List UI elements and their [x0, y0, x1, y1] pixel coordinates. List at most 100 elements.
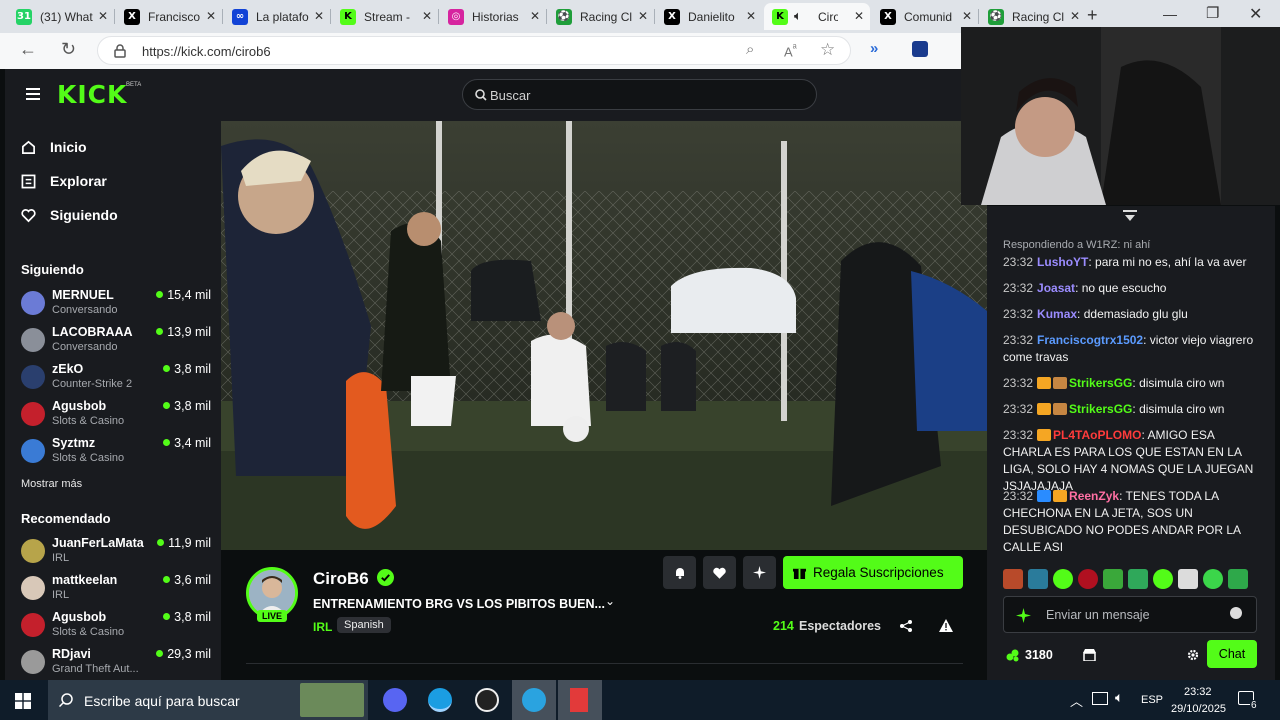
tab-audio-icon[interactable]: 🔈︎	[794, 8, 802, 24]
chat-message[interactable]: 23:32 PL4TAoPLOMO: AMIGO ESA CHARLA ES PA…	[1003, 427, 1257, 495]
close-tab-icon[interactable]: ✕	[962, 9, 972, 23]
channel-item[interactable]: RDjavi Grand Theft Aut... 29,3 mil	[21, 647, 211, 681]
refresh-button[interactable]: ↻	[61, 39, 76, 60]
browser-tab[interactable]: X Comunid ✕	[872, 3, 978, 30]
windows-start-icon[interactable]	[15, 693, 31, 709]
emote-icon[interactable]	[1153, 569, 1173, 589]
close-tab-icon[interactable]: ✕	[422, 9, 432, 23]
chat-scroll-arrow-icon[interactable]	[1123, 210, 1137, 222]
close-tab-icon[interactable]: ✕	[206, 9, 216, 23]
channel-item[interactable]: LACOBRAAA Conversando 13,9 mil	[21, 325, 211, 359]
video-player[interactable]	[221, 121, 987, 550]
tray-time[interactable]: 23:32	[1184, 686, 1212, 698]
maximize-button[interactable]: ❐	[1206, 4, 1219, 22]
close-tab-icon[interactable]: ✕	[746, 9, 756, 23]
browser-tab[interactable]: X Francisco ✕	[116, 3, 222, 30]
close-tab-icon[interactable]: ✕	[638, 9, 648, 23]
notification-bell-button[interactable]	[663, 556, 696, 589]
chat-username[interactable]: Franciscogtrx1502	[1037, 333, 1143, 347]
chat-username[interactable]: LushoYT	[1037, 255, 1088, 269]
emote-icon[interactable]	[1103, 569, 1123, 589]
browser-tab[interactable]: ∞ La platafo ✕	[224, 3, 330, 30]
tray-date[interactable]: 29/10/2025	[1171, 703, 1226, 715]
close-tab-icon[interactable]: ✕	[98, 9, 108, 23]
send-chat-button[interactable]: Chat	[1207, 640, 1257, 668]
taskbar-app-edge-icon[interactable]	[428, 688, 452, 712]
settings-gear-icon[interactable]	[1187, 649, 1199, 661]
chat-message[interactable]: 23:32 ReenZyk: TENES TODA LA CHECHONA EN …	[1003, 488, 1257, 556]
channel-points[interactable]: 3180	[1025, 648, 1053, 662]
chat-username[interactable]: StrikersGG	[1069, 376, 1132, 390]
emoji-picker-icon[interactable]	[1230, 607, 1242, 619]
channel-item[interactable]: mattkeelan IRL 3,6 mil	[21, 573, 211, 607]
channel-item[interactable]: JuanFerLaMata IRL 11,9 mil	[21, 536, 211, 570]
emote-icon[interactable]	[1028, 569, 1048, 589]
expand-title-icon[interactable]: ⌄	[605, 594, 615, 608]
search-bar[interactable]: Buscar	[462, 79, 817, 110]
channel-item[interactable]: Agusbob Slots & Casino 3,8 mil	[21, 399, 211, 433]
follow-button[interactable]	[703, 556, 736, 589]
close-tab-icon[interactable]: ✕	[314, 9, 324, 23]
extension-app-icon[interactable]	[912, 41, 928, 57]
emote-icon[interactable]	[1178, 569, 1198, 589]
extension-copilot-icon[interactable]: »	[870, 40, 878, 57]
emote-icon[interactable]	[1003, 569, 1023, 589]
channel-item[interactable]: zEkO Counter-Strike 2 3,8 mil	[21, 362, 211, 396]
kick-logo[interactable]: KICK	[57, 80, 127, 109]
chat-message[interactable]: 23:32 StrikersGG: disimula ciro wn	[1003, 375, 1257, 392]
browser-tab[interactable]: ⚽ Racing Cl ✕	[980, 3, 1086, 30]
tray-language[interactable]: ESP	[1141, 694, 1163, 706]
emote-icon[interactable]	[1203, 569, 1223, 589]
tray-volume-icon[interactable]: 🔈︎	[1115, 689, 1123, 706]
emote-icon[interactable]	[1228, 569, 1248, 589]
minimize-button[interactable]: —	[1163, 6, 1177, 22]
store-icon[interactable]	[1083, 648, 1096, 661]
channel-item[interactable]: MERNUEL Conversando 15,4 mil	[21, 288, 211, 322]
chat-username[interactable]: StrikersGG	[1069, 402, 1132, 416]
streamer-name[interactable]: CiroB6	[313, 569, 369, 589]
nav-following[interactable]: Siguiendo	[21, 207, 118, 223]
emote-icon[interactable]	[1128, 569, 1148, 589]
stream-category[interactable]: IRL	[313, 620, 332, 634]
back-button[interactable]: ←	[19, 39, 37, 60]
show-more-link[interactable]: Mostrar más	[21, 478, 82, 490]
close-window-button[interactable]: ✕	[1249, 4, 1262, 24]
chat-message[interactable]: 23:32 Kumax: ddemasiado glu glu	[1003, 306, 1257, 323]
chat-username[interactable]: Kumax	[1037, 307, 1077, 321]
boost-button[interactable]	[743, 556, 776, 589]
browser-tab[interactable]: ◎ Historias ✕	[440, 3, 546, 30]
taskbar-app-obs-icon[interactable]	[475, 688, 499, 712]
new-tab-button[interactable]: +	[1087, 5, 1098, 26]
chat-message[interactable]: 23:32 Joasat: no que escucho	[1003, 280, 1257, 297]
tray-network-icon[interactable]	[1092, 692, 1108, 705]
browser-tab[interactable]: K Ciro 🔈︎ ✕	[764, 3, 870, 30]
channel-item[interactable]: Agusbob Slots & Casino 3,8 mil	[21, 610, 211, 644]
nav-home[interactable]: Inicio	[21, 139, 87, 155]
nav-explore[interactable]: Explorar	[21, 173, 107, 189]
browser-tab[interactable]: X Danielito ✕	[656, 3, 762, 30]
chat-input[interactable]: Enviar un mensaje	[1003, 596, 1257, 633]
browser-tab[interactable]: K Stream - ✕	[332, 3, 438, 30]
chat-username[interactable]: ReenZyk	[1069, 489, 1119, 503]
share-icon[interactable]	[900, 620, 912, 632]
emote-icon[interactable]	[1078, 569, 1098, 589]
chat-message[interactable]: 23:32 StrikersGG: disimula ciro wn	[1003, 401, 1257, 418]
chat-username[interactable]: Joasat	[1037, 281, 1075, 295]
chat-message[interactable]: 23:32 LushoYT: para mi no es, ahí la va a…	[1003, 254, 1257, 271]
report-warning-icon[interactable]	[939, 619, 953, 632]
favorite-star-icon[interactable]: ☆	[820, 40, 835, 60]
tray-chevron-icon[interactable]: ︿	[1070, 691, 1083, 710]
emote-icon[interactable]	[1053, 569, 1073, 589]
chat-username[interactable]: PL4TAoPLOMO	[1053, 428, 1141, 442]
language-tag[interactable]: Spanish	[337, 617, 391, 633]
zoom-icon[interactable]: ⌕	[746, 41, 754, 58]
close-tab-icon[interactable]: ✕	[854, 9, 864, 23]
browser-tab[interactable]: 31 (31) What ✕	[8, 3, 114, 30]
read-aloud-icon[interactable]: Aᵃ	[784, 42, 797, 59]
chat-message[interactable]: 23:32 Franciscogtrx1502: victor viejo via…	[1003, 332, 1257, 366]
gift-subs-button[interactable]: Regala Suscripciones	[783, 556, 963, 589]
taskbar-search-box[interactable]: Escribe aquí para buscar	[48, 680, 368, 720]
browser-tab[interactable]: ⚽ Racing Cl ✕	[548, 3, 654, 30]
taskbar-app-discord-icon[interactable]	[383, 688, 407, 712]
hamburger-menu-icon[interactable]	[26, 88, 40, 100]
